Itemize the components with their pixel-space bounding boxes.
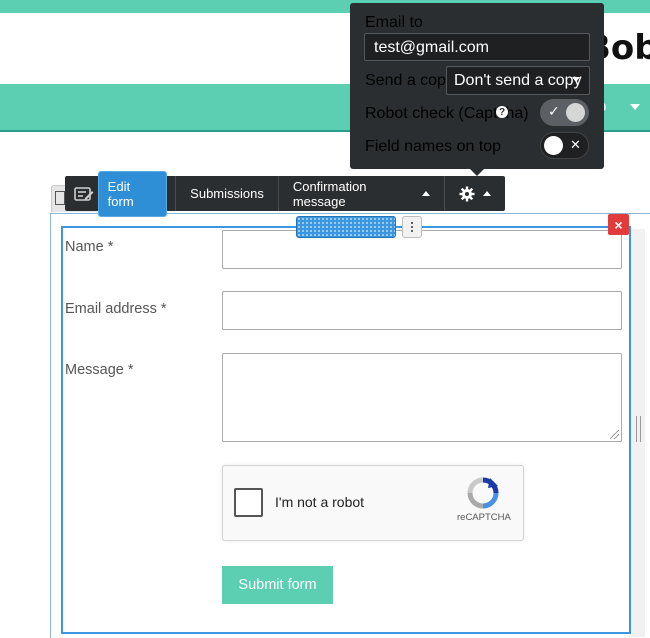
send-copy-value: Don't send a copy (454, 72, 582, 89)
dot (411, 222, 413, 224)
recaptcha-label: I'm not a robot (275, 494, 365, 510)
email-label: Email address * (65, 301, 167, 317)
edit-form-icon[interactable] (71, 186, 98, 202)
dot (411, 230, 413, 232)
submit-button[interactable]: Submit form (222, 566, 333, 604)
caret-up-icon (422, 191, 431, 196)
textarea-resize-icon[interactable] (610, 430, 619, 439)
message-textarea[interactable] (222, 353, 622, 442)
send-copy-label: Send a copy (365, 72, 454, 89)
name-label: Name * (65, 239, 114, 255)
check-icon: ✓ (548, 103, 560, 119)
help-icon[interactable]: ? (496, 106, 508, 118)
dot (411, 226, 413, 228)
name-input[interactable] (222, 230, 622, 269)
field-names-toggle-knob (544, 136, 563, 155)
gear-icon (459, 186, 475, 201)
close-icon[interactable]: × (608, 214, 629, 235)
email-input[interactable] (222, 291, 622, 330)
close-icon: ✕ (570, 137, 581, 152)
caret-up-icon (483, 191, 491, 196)
email-to-value: test@gmail.com (374, 39, 489, 56)
submissions-button[interactable]: Submissions (176, 186, 278, 201)
popover-arrow (470, 169, 484, 176)
block-toolbar: Edit form Submissions Confirmation messa… (65, 170, 505, 217)
drag-handle[interactable] (296, 216, 396, 238)
resize-handle[interactable] (636, 416, 641, 442)
recaptcha-checkbox[interactable] (234, 488, 263, 517)
confirmation-label: Confirmation message (292, 178, 367, 209)
columns-icon (55, 191, 65, 205)
recaptcha-brand: reCAPTCHA (457, 512, 511, 523)
chevron-down-icon (572, 77, 580, 82)
email-to-label: Email to (365, 14, 423, 31)
field-names-label: Field names on top (365, 138, 502, 155)
message-label: Message * (65, 362, 134, 378)
captcha-toggle-knob (566, 103, 585, 122)
edit-form-button[interactable]: Edit form (97, 170, 168, 217)
settings-button[interactable] (445, 176, 505, 211)
confirmation-message-button[interactable]: Confirmation message (279, 179, 444, 209)
more-vertical-icon[interactable] (402, 216, 422, 238)
recaptcha-icon (467, 477, 499, 509)
chevron-down-icon[interactable] (630, 104, 640, 110)
